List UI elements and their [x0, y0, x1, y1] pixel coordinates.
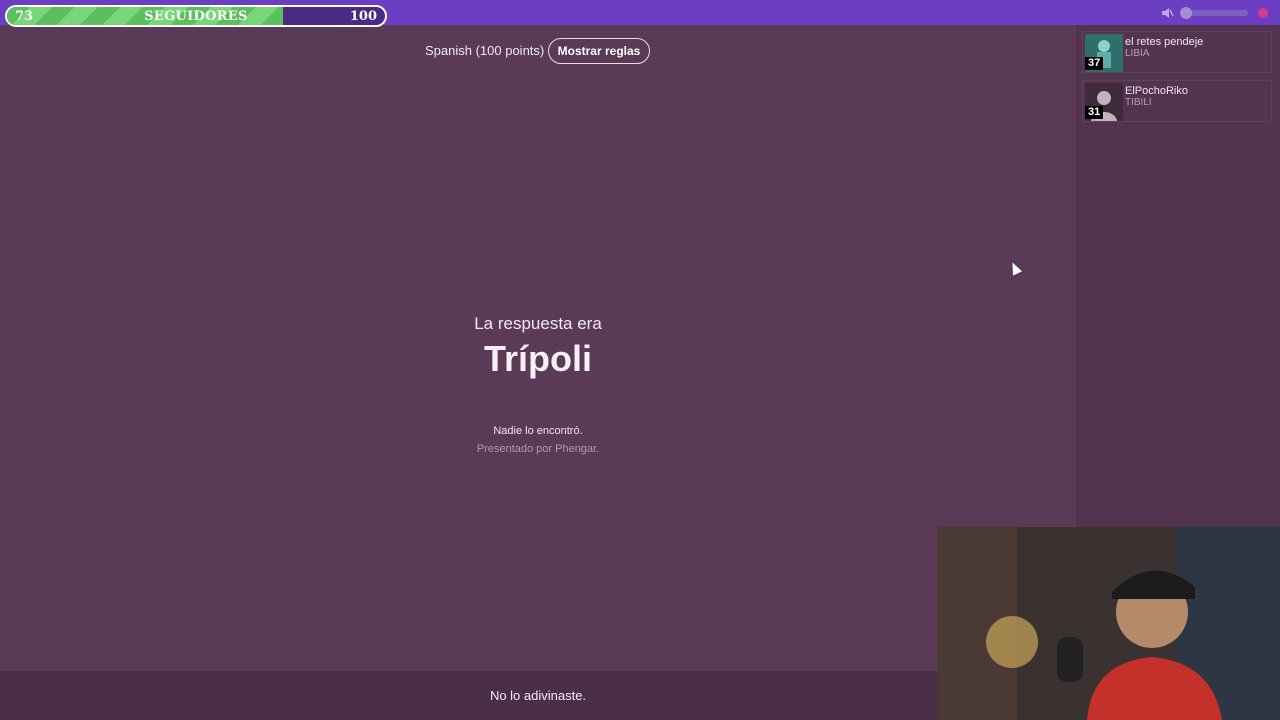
volume-slider[interactable] — [1180, 7, 1248, 19]
player-sidebar: 37 el retes pendeje LIBIA 31 ElPochoRiko… — [1076, 25, 1280, 528]
player-name: ElPochoRiko — [1125, 85, 1188, 97]
show-rules-button[interactable]: Mostrar reglas — [548, 38, 650, 64]
player-score: 31 — [1085, 106, 1104, 119]
answer-intro: La respuesta era — [474, 314, 602, 333]
player-card[interactable]: 37 el retes pendeje LIBIA — [1082, 31, 1272, 73]
top-bar: 73 SEGUIDORES 100 — [0, 0, 1280, 27]
player-name: el retes pendeje — [1125, 36, 1204, 48]
result-message: No lo adivinaste. — [489, 688, 587, 703]
followers-label: SEGUIDORES — [144, 9, 248, 24]
language-label: Spanish (100 points) — [425, 43, 545, 58]
answer-word: Trípoli — [484, 338, 592, 379]
player-score: 37 — [1085, 57, 1104, 70]
player-country: LIBIA — [1125, 48, 1150, 59]
followers-goal: 100 — [349, 9, 377, 24]
followers-goal-bar: 73 SEGUIDORES 100 — [5, 5, 387, 27]
webcam-overlay — [937, 527, 1280, 720]
mute-icon[interactable] — [1160, 6, 1174, 20]
answer-credit: Presentado por Phengar. — [476, 443, 600, 455]
mouse-cursor — [1007, 260, 1023, 276]
flag-icon[interactable] — [1258, 8, 1268, 18]
answer-status: Nadie lo encontró. — [493, 425, 583, 437]
player-country: TIBILI — [1125, 97, 1152, 108]
player-card[interactable]: 31 ElPochoRiko TIBILI — [1082, 80, 1272, 122]
volume-knob[interactable] — [1180, 7, 1192, 19]
